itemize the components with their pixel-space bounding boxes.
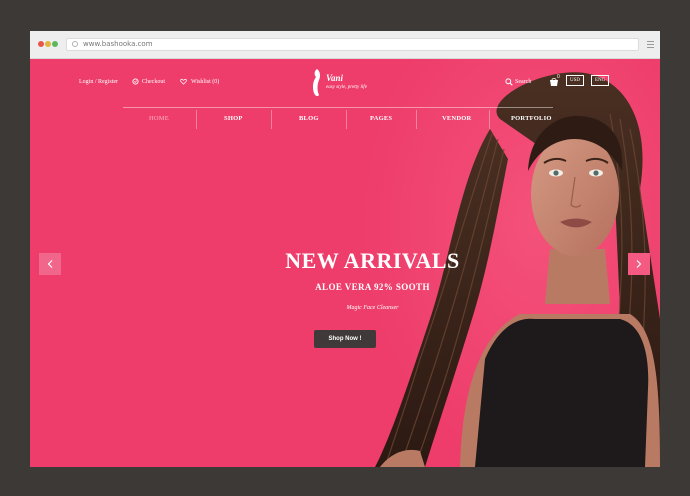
nav-item-vendor[interactable]: VENDOR (442, 115, 471, 122)
browser-toolbar: www.bashooka.com (30, 31, 660, 59)
heart-icon (180, 78, 187, 85)
nav-item-blog[interactable]: BLOG (299, 115, 319, 122)
login-register-link[interactable]: Login / Register (79, 78, 118, 86)
nav-item-portfolio[interactable]: PORTFOLIO (511, 115, 552, 122)
shop-now-button[interactable]: Shop Now ! (314, 330, 376, 348)
slider-next-button[interactable] (628, 253, 650, 275)
slider-prev-button[interactable] (39, 253, 61, 275)
language-select[interactable]: ENG (591, 75, 610, 86)
nav-divider (271, 110, 272, 129)
address-bar[interactable]: www.bashooka.com (66, 38, 639, 51)
nav-item-shop[interactable]: SHOP (224, 115, 243, 122)
checkout-icon (132, 78, 139, 85)
lock-icon (72, 41, 78, 47)
url-text: www.bashooka.com (83, 40, 153, 48)
chevron-left-icon (47, 260, 53, 268)
nav-item-home[interactable]: HOME (149, 115, 169, 122)
logo-tagline: easy style, pretty life (326, 85, 367, 90)
minimize-window-button[interactable] (45, 41, 51, 47)
hero-caption: Magic Face Cleanser (346, 305, 399, 311)
wishlist-link[interactable]: Wishlist (0) (191, 78, 219, 86)
logo-figure-icon (312, 69, 321, 97)
main-nav: HOME SHOP BLOG PAGES VENDOR PORTFOLIO (123, 107, 553, 129)
nav-item-pages[interactable]: PAGES (370, 115, 392, 122)
chevron-right-icon (636, 260, 642, 268)
nav-divider (489, 110, 490, 129)
nav-divider (416, 110, 417, 129)
hero-subheadline: ALOE VERA 92% SOOTH (315, 282, 430, 292)
checkout-link[interactable]: Checkout (142, 78, 165, 86)
cart-count-badge: 0 (557, 74, 560, 80)
nav-divider (196, 110, 197, 129)
nav-divider (346, 110, 347, 129)
browser-window: www.bashooka.com Login / Register Checko… (30, 31, 660, 467)
close-window-button[interactable] (38, 41, 44, 47)
maximize-window-button[interactable] (52, 41, 58, 47)
currency-select[interactable]: USD (566, 75, 585, 86)
site-logo[interactable]: Vani easy style, pretty life (310, 67, 380, 99)
hero-page: Login / Register Checkout Wishlist (0) V… (30, 59, 660, 467)
search-label: Search (515, 79, 532, 85)
browser-menu-icon[interactable] (647, 41, 654, 50)
search-icon (505, 78, 513, 86)
logo-name: Vani (326, 73, 344, 83)
hero-headline: NEW ARRIVALS (285, 248, 460, 273)
